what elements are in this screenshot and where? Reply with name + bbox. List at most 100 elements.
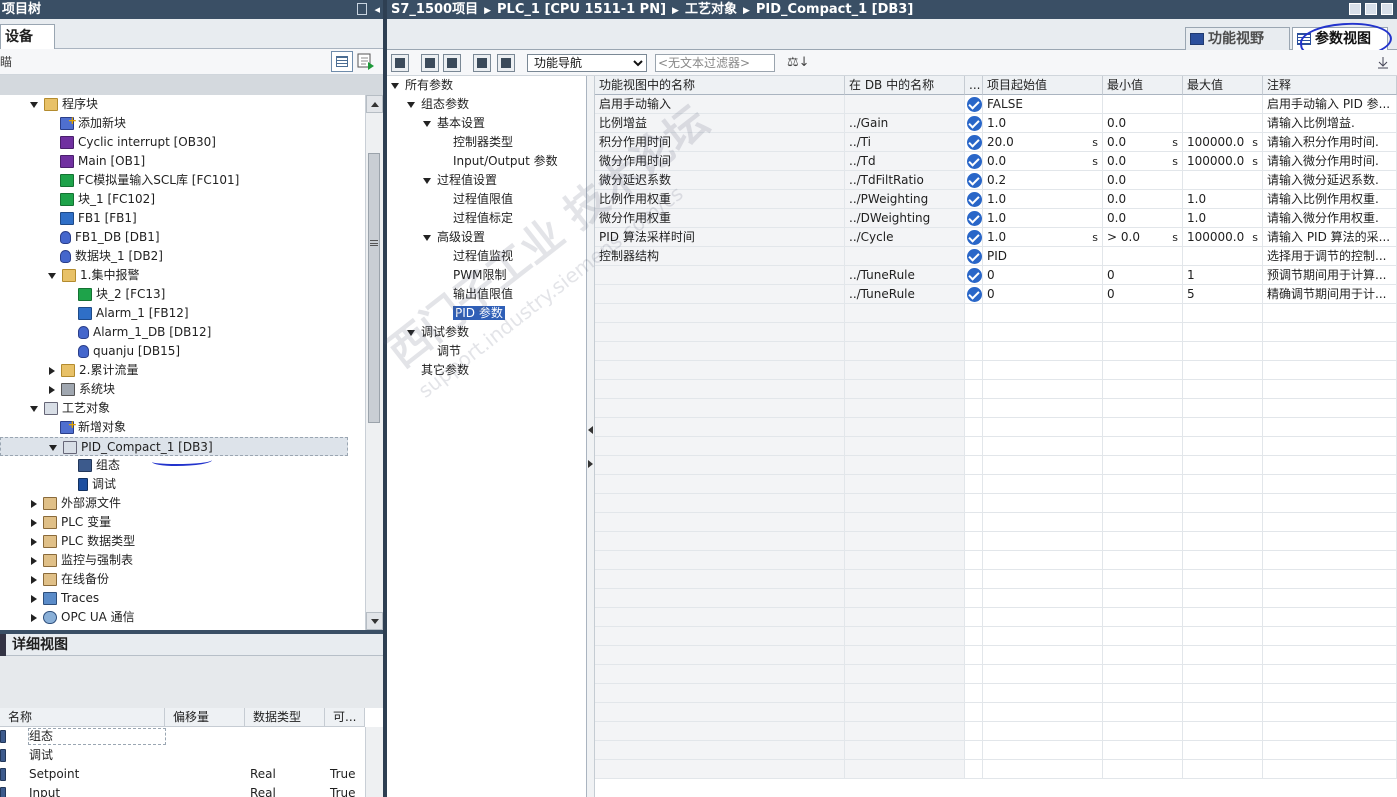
grid-cell[interactable]: ../TdFiltRatio [845,171,965,190]
grid-header[interactable]: 最大值 [1183,76,1263,95]
breadcrumb-item[interactable]: PLC_1 [CPU 1511-1 PN] [497,0,666,19]
tree-item[interactable]: 工艺对象 [0,399,348,418]
grid-cell[interactable]: 0 [1103,285,1183,304]
grid-cell[interactable]: 0 [1103,266,1183,285]
checked-icon[interactable] [967,97,982,112]
grid-cell[interactable]: ../TuneRule [845,285,965,304]
grid-cell[interactable]: 1.0 [983,114,1103,133]
grid-cell[interactable] [965,114,983,133]
tree-item[interactable]: 1.集中报警 [0,266,348,285]
grid-cell[interactable]: 请输入积分作用时间. [1263,133,1397,152]
checked-icon[interactable] [967,249,982,264]
grid-cell[interactable] [965,190,983,209]
nav-item[interactable]: 输出值限值 [387,285,513,304]
checked-icon[interactable] [967,154,982,169]
grid-cell[interactable] [965,285,983,304]
grid-cell[interactable] [1183,95,1263,114]
expand-arrow-icon[interactable] [391,82,399,89]
grid-cell[interactable]: 微分作用时间 [595,152,845,171]
grid-cell[interactable] [845,95,965,114]
detail-header[interactable]: 可... [325,708,365,727]
tree-item[interactable]: 程序块 [0,95,348,114]
tree-item[interactable]: 添加新块 [0,111,348,133]
tree-item[interactable]: 外部源文件 [0,494,348,513]
checked-icon[interactable] [967,173,982,188]
grid-cell[interactable]: 请输入 PID 算法的采... [1263,228,1397,247]
scroll-up-arrow[interactable] [366,95,383,113]
download-icon[interactable] [443,54,461,72]
expand-arrow-icon[interactable] [407,329,415,336]
maximize-icon[interactable] [1365,3,1377,15]
nav-item[interactable]: Input/Output 参数 [387,152,558,171]
grid-cell[interactable] [965,133,983,152]
grid-cell[interactable]: 0.0 [1103,190,1183,209]
nav-item[interactable]: 其它参数 [387,361,469,380]
detail-header[interactable]: 偏移量 [165,708,245,727]
grid-cell[interactable]: 积分作用时间 [595,133,845,152]
pin-icon[interactable] [357,3,367,15]
grid-header[interactable]: 功能视图中的名称 [595,76,845,95]
expand-arrow-icon[interactable] [31,499,37,508]
detail-scrollbar[interactable] [365,727,383,797]
grid-header[interactable]: 注释 [1263,76,1397,95]
tree-item[interactable]: FC模拟量输入SCL库 [FC101] [0,171,348,190]
grid-cell[interactable] [595,266,845,285]
text-filter-input[interactable]: <无文本过滤器> [655,54,775,72]
grid-cell[interactable]: 0.0 [1103,171,1183,190]
expand-right-arrow-icon[interactable] [588,460,593,468]
grid-cell[interactable]: 请输入微分作用时间. [1263,152,1397,171]
grid-cell[interactable]: 0.0 s [983,152,1103,171]
grid-cell[interactable] [965,95,983,114]
grid-cell[interactable] [1183,114,1263,133]
expand-arrow-icon[interactable] [49,444,57,451]
nav-item[interactable]: 组态参数 [387,95,469,114]
snapshot-icon[interactable] [473,54,491,72]
nav-item[interactable]: 调试参数 [387,323,469,342]
grid-cell[interactable]: 100000.0 s [1183,133,1263,152]
grid-cell[interactable]: 20.0 s [983,133,1103,152]
nav-item[interactable]: 基本设置 [387,114,485,133]
checked-icon[interactable] [967,268,982,283]
tree-item[interactable]: 新增对象 [0,415,348,437]
grid-cell[interactable]: > 0.0 s [1103,228,1183,247]
minimize-icon[interactable] [1349,3,1361,15]
tab-devices[interactable]: 设备 [0,24,55,49]
grid-cell[interactable]: 1.0 [1183,209,1263,228]
detail-cell[interactable]: Input [29,784,188,797]
grid-cell[interactable]: 启用手动输入 PID 参... [1263,95,1397,114]
scroll-down-arrow[interactable] [366,612,383,630]
grid-cell[interactable] [1183,171,1263,190]
grid-cell[interactable]: 请输入微分作用权重. [1263,209,1397,228]
grid-cell[interactable] [1103,95,1183,114]
tree-item[interactable]: PLC 变量 [0,513,348,532]
detail-header[interactable]: 名称 [0,708,165,727]
tree-item[interactable]: PLC 数据类型 [0,532,348,551]
tree-item[interactable]: Main [OB1] [0,152,348,171]
nav-item[interactable]: 过程值限值 [387,190,513,209]
collapse-left-arrow-icon[interactable] [588,426,593,434]
detail-cell[interactable]: Setpoint [29,765,188,784]
checked-icon[interactable] [967,135,982,150]
grid-cell[interactable] [595,285,845,304]
grid-cell[interactable]: 0.0 s [1103,133,1183,152]
checked-icon[interactable] [967,116,982,131]
grid-cell[interactable]: 0 [983,266,1103,285]
expand-arrow-icon[interactable] [423,120,431,127]
grid-cell[interactable]: 100000.0 s [1183,228,1263,247]
grid-cell[interactable]: 5 [1183,285,1263,304]
grid-header[interactable]: ... [965,76,983,95]
grid-cell[interactable]: ../Ti [845,133,965,152]
tree-item[interactable]: 系统块 [0,380,348,399]
grid-cell[interactable]: ../Td [845,152,965,171]
grid-cell[interactable]: 1.0 [983,190,1103,209]
list-view-button[interactable] [331,51,353,72]
checked-icon[interactable] [967,211,982,226]
nav-item[interactable]: 所有参数 [387,76,453,95]
tree-item[interactable]: FB1 [FB1] [0,209,348,228]
checked-icon[interactable] [967,192,982,207]
nav-item[interactable]: 过程值设置 [387,171,497,190]
scroll-thumb[interactable] [368,153,380,423]
expand-arrow-icon[interactable] [49,366,55,375]
expand-arrow-icon[interactable] [48,272,56,279]
expand-arrow-icon[interactable] [31,556,37,565]
